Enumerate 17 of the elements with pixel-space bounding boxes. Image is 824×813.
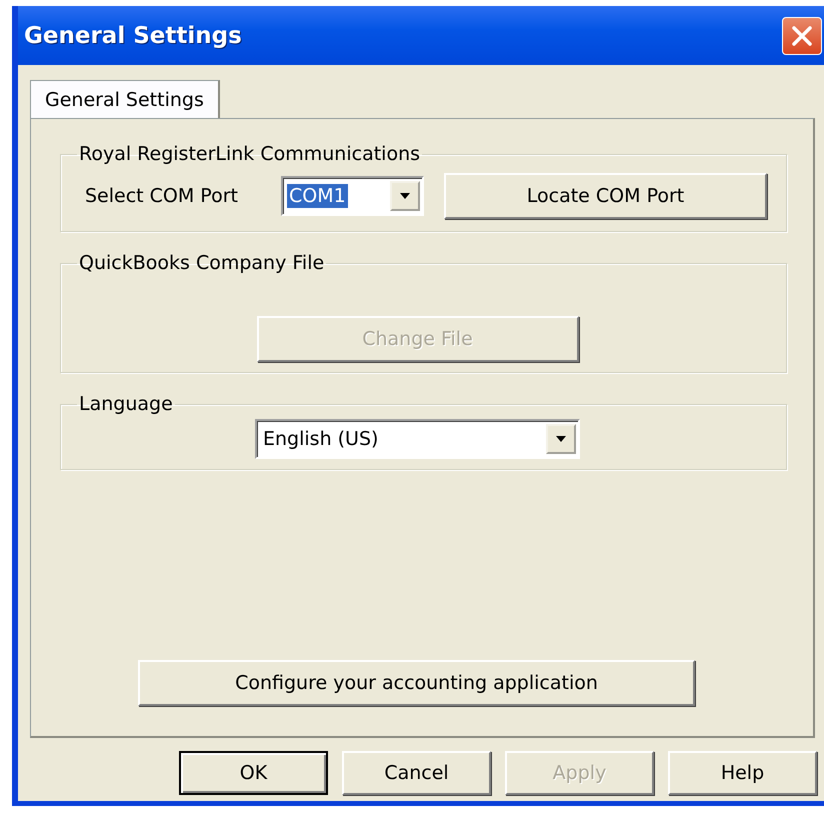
- dropdown-arrow-icon: [399, 192, 411, 200]
- group-title: Language: [78, 393, 174, 415]
- field-label: Select COM Port: [85, 185, 239, 207]
- language-dropdown[interactable]: English (US): [255, 419, 580, 459]
- group-title: Royal RegisterLink Communications: [78, 143, 422, 165]
- dropdown-arrow-icon: [555, 436, 567, 442]
- close-icon: [791, 24, 813, 46]
- configure-button[interactable]: Configure your accounting application: [138, 660, 695, 706]
- port-dropdown[interactable]: COM1: [281, 176, 424, 216]
- dialog-button[interactable]: OK: [179, 751, 328, 795]
- dialog-button[interactable]: Help: [668, 751, 817, 795]
- group-title: QuickBooks Company File: [78, 252, 326, 274]
- window-title: General Settings: [24, 22, 242, 48]
- close-button[interactable]: [782, 16, 822, 54]
- tab[interactable]: General Settings: [30, 80, 220, 118]
- dialog-button[interactable]: Cancel: [342, 751, 491, 795]
- locate-button[interactable]: Locate COM Port: [444, 173, 767, 219]
